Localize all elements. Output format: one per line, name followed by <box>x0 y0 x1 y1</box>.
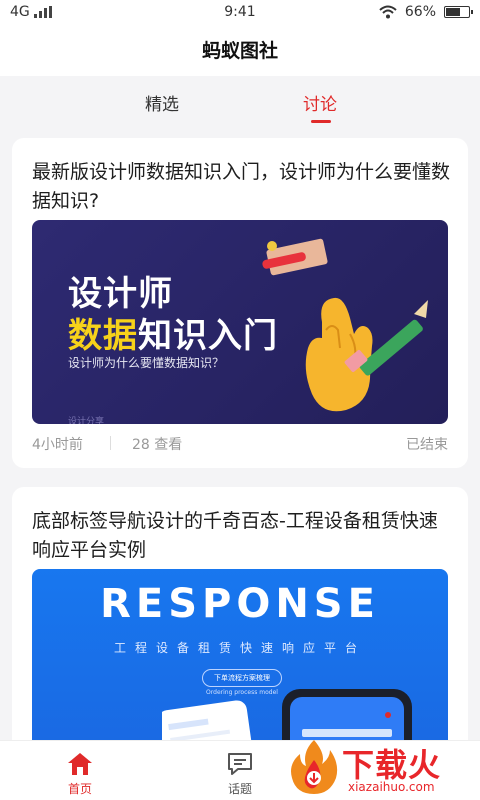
post-time: 4小时前 <box>32 437 83 453</box>
page-title: 蚂蚁图社 <box>0 26 480 76</box>
status-right: 66% <box>379 4 473 20</box>
post-views: 28 查看 <box>132 437 183 453</box>
nav-topics[interactable]: 话题 <box>200 741 280 800</box>
watermark-url: xiazaihuo.com <box>348 780 435 794</box>
post-title[interactable]: 底部标签导航设计的千奇百态-工程设备租赁快速响应平台实例 <box>32 507 452 565</box>
banner-footer: 设计分享 <box>68 417 105 424</box>
battery-percent: 66% <box>404 4 436 20</box>
active-tab-indicator <box>311 120 331 123</box>
nav-home[interactable]: 首页 <box>40 741 120 800</box>
battery-icon <box>444 6 473 18</box>
nav-home-label: 首页 <box>67 782 92 796</box>
tab-featured[interactable]: 精选 <box>145 90 179 115</box>
tab-discussion[interactable]: 讨论 <box>303 90 337 115</box>
banner-highlight: 数据 <box>68 316 138 356</box>
watermark-logo: 下载火 xiazaihuo.com <box>280 734 480 800</box>
post-title[interactable]: 最新版设计师数据知识入门，设计师为什么要懂数据知识? <box>32 158 452 216</box>
post-status: 已结束 <box>406 437 448 453</box>
banner-subtitle: 工程设备租赁快速响应平台 <box>113 641 366 655</box>
banner-subtitle: 设计师为什么要懂数据知识？ <box>68 356 225 370</box>
status-bar: 4G 9:41 66% <box>0 0 480 26</box>
wifi-icon <box>379 5 397 19</box>
banner-tag: 下单流程方案梳理 <box>202 669 282 687</box>
tab-bar: 精选 讨论 <box>0 76 480 132</box>
post-banner-image[interactable]: 设计师 数据知识入门 设计师为什么要懂数据知识？ 设计分享 <box>32 220 448 424</box>
flame-icon <box>291 740 338 794</box>
chat-icon <box>228 753 252 775</box>
hand-pencil-illustration <box>262 238 428 412</box>
nav-topics-label: 话题 <box>227 782 252 796</box>
banner-headline: RESPONSE <box>100 581 380 627</box>
home-icon <box>68 753 92 775</box>
meta-divider <box>110 436 111 450</box>
post-card[interactable]: 最新版设计师数据知识入门，设计师为什么要懂数据知识? 设计师 数据知识入门 设计… <box>12 138 468 468</box>
